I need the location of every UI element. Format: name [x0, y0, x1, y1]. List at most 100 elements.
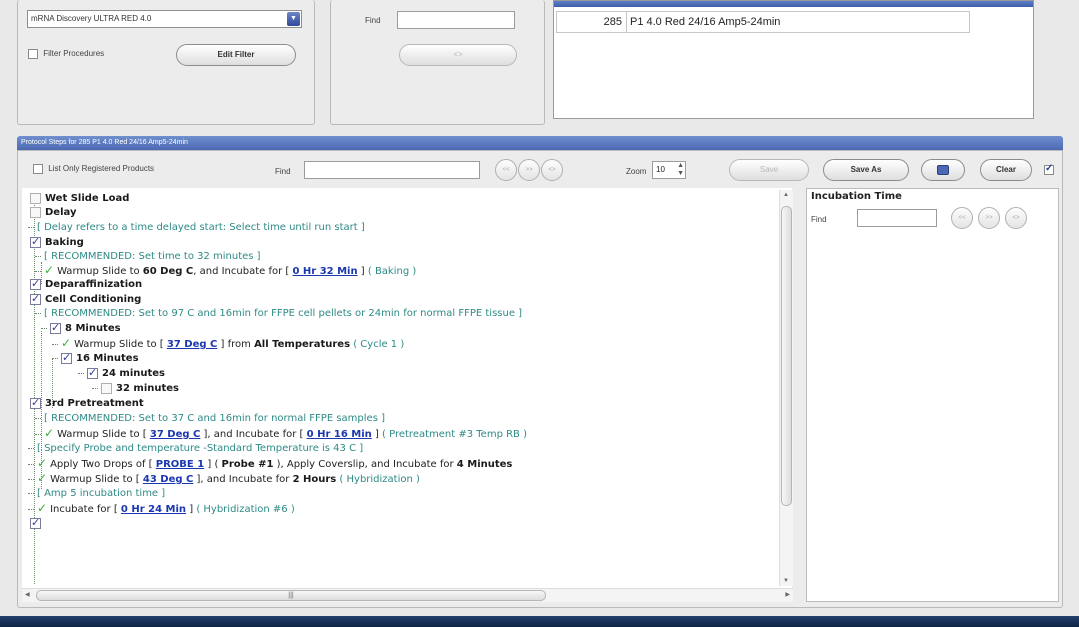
vertical-scroll-thumb[interactable]	[781, 206, 792, 506]
probe-link[interactable]: PROBE 1	[156, 459, 204, 470]
step-checkbox[interactable]	[61, 351, 72, 364]
protocol-list[interactable]: 285 P1 4.0 Red 24/16 Amp5-24min	[553, 0, 1034, 119]
step-checkbox[interactable]	[87, 366, 98, 379]
time-link[interactable]: 0 Hr 16 Min	[307, 429, 372, 440]
tree-node-32-minutes[interactable]: 32 minutes	[92, 382, 179, 395]
step-checkbox[interactable]	[30, 235, 41, 248]
tree-node-3rd-pretreatment[interactable]: 3rd Pretreatment	[30, 396, 144, 410]
step-text: ]	[186, 504, 197, 515]
print-button[interactable]	[921, 159, 965, 181]
tree-step-apply-probe[interactable]: ✓ Apply Two Drops of [ PROBE 1 ] ( Probe …	[28, 457, 512, 471]
checkmark-icon: ✓	[37, 501, 48, 515]
save-button[interactable]: Save	[729, 159, 809, 181]
list-item[interactable]: 285 P1 4.0 Red 24/16 Amp5-24min	[556, 11, 970, 33]
step-label: Delay	[45, 207, 77, 218]
step-text: Warmup Slide to [	[57, 429, 150, 440]
find-input[interactable]	[397, 11, 515, 29]
step-checkbox[interactable]	[101, 382, 112, 394]
step-text: , and Incubate for [	[193, 266, 293, 277]
clear-button[interactable]: Clear	[980, 159, 1032, 181]
chevron-down-icon[interactable]: ▼	[287, 12, 300, 26]
find-previous-button[interactable]: <<	[495, 159, 517, 181]
step-text: Warmup Slide to	[57, 266, 143, 277]
list-only-registered-checkbox[interactable]	[33, 164, 43, 174]
scroll-up-icon[interactable]: ▲	[783, 192, 789, 198]
save-as-button[interactable]: Save As	[823, 159, 909, 181]
tree-note-pretreatment[interactable]: [ RECOMMENDED: Set to 37 C and 16min for…	[35, 412, 385, 425]
zoom-stepper[interactable]: 10 ▲ ▼	[652, 161, 686, 179]
step-text: ]	[371, 429, 383, 440]
step-bold: Probe #1	[221, 459, 274, 470]
step-checkbox[interactable]	[30, 516, 41, 529]
step-label: Baking	[45, 237, 84, 248]
tree-step-baking-warmup[interactable]: ✓ Warmup Slide to 60 Deg C, and Incubate …	[35, 264, 416, 278]
tree-vertical-scrollbar[interactable]: ▲ ▼	[779, 190, 793, 586]
tree-note-baking[interactable]: [ RECOMMENDED: Set time to 32 minutes ]	[35, 250, 261, 263]
incubation-find-label: Find	[811, 215, 827, 224]
find-all-button[interactable]: <>	[541, 159, 563, 181]
tree-note-amp5[interactable]: [ Amp 5 incubation time ]	[28, 487, 165, 500]
incubation-find-input[interactable]	[857, 209, 937, 227]
temp-link[interactable]: 43 Deg C	[143, 474, 193, 485]
reagent-name: ( Hybridization #6 )	[196, 504, 295, 515]
step-label: 8 Minutes	[65, 323, 121, 334]
tree-node-delay[interactable]: Delay	[30, 206, 76, 219]
tree-node-deparaffinization[interactable]: Deparaffinization	[30, 277, 142, 291]
protocol-name: P1 4.0 Red 24/16 Amp5-24min	[630, 16, 781, 28]
clear-option-checkbox[interactable]	[1044, 163, 1054, 175]
step-checkbox[interactable]	[30, 192, 41, 204]
scroll-left-icon[interactable]: ◀	[25, 591, 30, 598]
reagent-name: ( Pretreatment #3 Temp RB )	[382, 429, 527, 440]
tree-step-pretreatment-warmup[interactable]: ✓ Warmup Slide to [ 37 Deg C ], and Incub…	[35, 427, 527, 441]
scroll-down-icon[interactable]: ▼	[783, 578, 789, 584]
step-checkbox[interactable]	[50, 321, 61, 334]
filter-procedures-checkbox[interactable]	[28, 49, 38, 59]
edit-filter-button[interactable]: Edit Filter	[176, 44, 296, 66]
incubation-find-next-button[interactable]: >>	[978, 207, 1000, 229]
step-bold: 4 Minutes	[456, 459, 513, 470]
tree-node-16-minutes[interactable]: 16 Minutes	[52, 351, 139, 365]
tree-horizontal-scrollbar[interactable]: ◀ ||| ▶	[22, 588, 793, 602]
find-go-button[interactable]: <>	[399, 44, 517, 66]
stepper-arrows-icon[interactable]: ▲ ▼	[677, 162, 684, 178]
horizontal-scroll-thumb[interactable]: |||	[36, 590, 546, 601]
steps-find-label: Find	[275, 167, 291, 176]
tree-note-probe[interactable]: [ Specify Probe and temperature -Standar…	[28, 442, 363, 455]
steps-find-input[interactable]	[304, 161, 480, 179]
tree-step-hybridization-warmup[interactable]: ✓ Warmup Slide to [ 43 Deg C ], and Incub…	[28, 472, 420, 486]
note-text: [ RECOMMENDED: Set time to 32 minutes ]	[44, 251, 261, 262]
step-text: ], and Incubate for	[193, 474, 293, 485]
tree-node-cell-conditioning[interactable]: Cell Conditioning	[30, 292, 141, 306]
procedure-select[interactable]: mRNA Discovery ULTRA RED 4.0 ▼	[27, 10, 302, 28]
tree-node-24-minutes[interactable]: 24 minutes	[78, 366, 165, 380]
step-label: 24 minutes	[102, 368, 165, 379]
find-next-button[interactable]: >>	[518, 159, 540, 181]
tree-note-cell-conditioning[interactable]: [ RECOMMENDED: Set to 97 C and 16min for…	[35, 307, 522, 320]
step-temp: 60 Deg C	[142, 266, 194, 277]
note-text: [ Delay refers to a time delayed start: …	[37, 222, 365, 233]
filter-procedures-row: Filter Procedures	[28, 49, 104, 59]
incubation-find-all-button[interactable]: <>	[1005, 207, 1027, 229]
tree-node-wet-slide-load[interactable]: Wet Slide Load	[30, 192, 129, 205]
tree-step-amp5-incubate[interactable]: ✓ Incubate for [ 0 Hr 24 Min ] ( Hybridiz…	[28, 502, 295, 516]
reagent-name: ( Baking )	[367, 266, 417, 277]
procedure-select-value: mRNA Discovery ULTRA RED 4.0	[31, 14, 152, 23]
step-checkbox[interactable]	[30, 292, 41, 305]
scroll-right-icon[interactable]: ▶	[785, 591, 790, 598]
time-link[interactable]: 0 Hr 32 Min	[292, 266, 357, 277]
step-checkbox[interactable]	[30, 277, 41, 290]
step-checkbox[interactable]	[30, 206, 41, 218]
zoom-value: 10	[656, 165, 665, 174]
step-checkbox[interactable]	[30, 396, 41, 409]
time-link[interactable]: 0 Hr 24 Min	[121, 504, 186, 515]
tree-node-baking[interactable]: Baking	[30, 235, 84, 249]
temp-link[interactable]: 37 Deg C	[150, 429, 200, 440]
zoom-label: Zoom	[626, 167, 647, 176]
tree-note-delay[interactable]: [ Delay refers to a time delayed start: …	[28, 221, 365, 234]
protocol-steps-tree: Wet Slide Load Delay [ Delay refers to a…	[22, 188, 792, 588]
tree-node-8-minutes[interactable]: 8 Minutes	[41, 321, 121, 335]
temp-link[interactable]: 37 Deg C	[167, 339, 217, 350]
incubation-find-previous-button[interactable]: <<	[951, 207, 973, 229]
tree-node-partial[interactable]	[30, 516, 45, 530]
tree-step-cc-warmup[interactable]: ✓ Warmup Slide to [ 37 Deg C ] from All T…	[52, 337, 404, 351]
